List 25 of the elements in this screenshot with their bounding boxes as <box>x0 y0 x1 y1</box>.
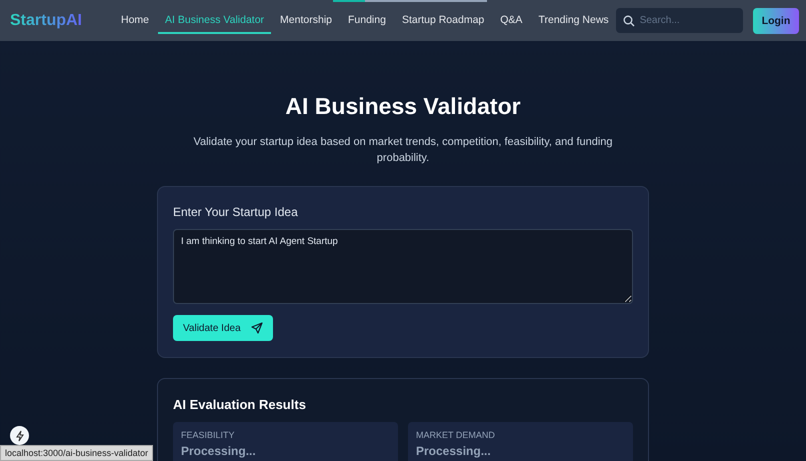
page-title: AI Business Validator <box>285 93 521 120</box>
nav-link[interactable]: Startup Roadmap <box>394 8 492 34</box>
page-subtitle: Validate your startup idea based on market trends, competition, feasibility, and funding probability. <box>193 135 613 166</box>
results-heading: AI Evaluation Results <box>173 397 307 412</box>
nav-link[interactable]: Q&A <box>493 8 530 34</box>
metric-label: MARKET DEMAND <box>416 430 496 440</box>
status-url: localhost:3000/ai-business-validator <box>0 445 154 461</box>
validate-button[interactable]: Validate Idea <box>173 315 273 341</box>
search-icon <box>622 15 635 27</box>
metric-label: FEASIBILITY <box>181 430 236 440</box>
send-icon <box>250 322 263 334</box>
nav-link[interactable]: Trending News <box>531 8 616 34</box>
logo[interactable]: StartupAI <box>10 12 82 30</box>
nav-link[interactable]: Home <box>114 8 156 34</box>
search-field[interactable]: Search... <box>616 8 743 33</box>
bolt-button[interactable] <box>10 426 29 445</box>
idea-input[interactable]: I am thinking to start AI Agent Startup <box>173 229 633 304</box>
nav-link[interactable]: AI Business Validator <box>158 8 272 34</box>
login-button[interactable]: Login <box>752 8 800 34</box>
nav-link[interactable]: Mentorship <box>273 8 339 34</box>
metric-value: Processing... <box>416 444 492 458</box>
nav-link[interactable]: Funding <box>341 8 393 34</box>
metric-value: Processing... <box>181 444 257 458</box>
idea-heading: Enter Your Startup Idea <box>173 205 299 219</box>
bolt-icon <box>14 430 24 442</box>
